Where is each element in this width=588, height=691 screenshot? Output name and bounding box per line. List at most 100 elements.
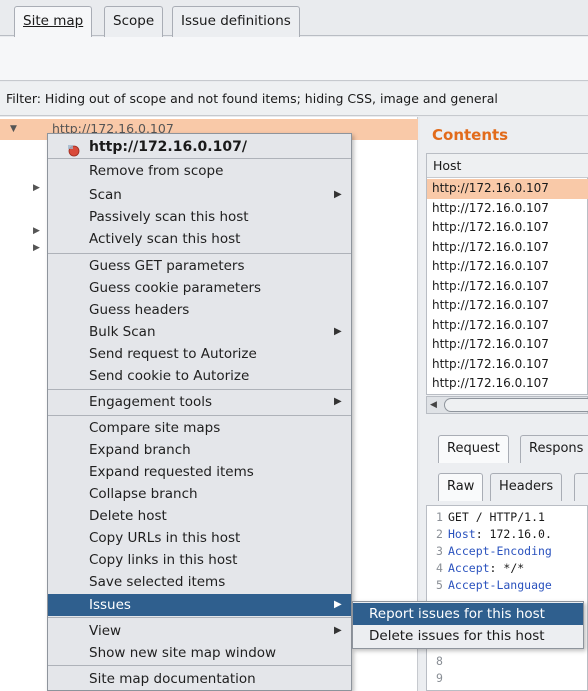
menu-item-send-cookie-to-autorize[interactable]: Send cookie to Autorize — [48, 365, 351, 387]
contents-title: Contents — [432, 126, 509, 144]
table-row[interactable]: http://172.16.0.107 — [427, 296, 588, 316]
menu-item-actively-scan[interactable]: Actively scan this host — [48, 228, 351, 250]
header-key: Accept — [448, 561, 490, 575]
menu-item-report-issues[interactable]: Report issues for this host — [353, 603, 583, 625]
menu-item-label: Delete issues for this host — [369, 628, 545, 644]
table-row[interactable]: http://172.16.0.107 — [427, 179, 588, 199]
line-number: 5 — [436, 578, 443, 592]
menu-item-label: Guess cookie parameters — [89, 280, 262, 296]
tab-raw-label: Raw — [447, 479, 475, 494]
table-row[interactable]: http://172.16.0.107 — [427, 238, 588, 258]
tab-headers[interactable]: Headers — [490, 473, 563, 501]
menu-item-passively-scan[interactable]: Passively scan this host — [48, 206, 351, 228]
menu-item-label: Send cookie to Autorize — [89, 368, 250, 384]
menu-separator — [48, 158, 351, 159]
table-row[interactable]: http://172.16.0.107 — [427, 257, 588, 277]
tab-issue-definitions-label: Issue definitions — [181, 13, 291, 29]
menu-item-label: View — [89, 623, 122, 639]
menu-item-send-request-to-autorize[interactable]: Send request to Autorize — [48, 343, 351, 365]
toolbar-strip — [0, 37, 588, 81]
tab-next[interactable] — [574, 473, 588, 501]
table-row[interactable]: http://172.16.0.107 — [427, 355, 588, 375]
collapsed-triangle-icon[interactable]: ▶ — [33, 243, 40, 253]
menu-item-label: Issues — [89, 597, 131, 613]
menu-item-save-selected-items[interactable]: Save selected items — [48, 571, 351, 593]
menu-item-label: Guess GET parameters — [89, 258, 245, 274]
table-row[interactable]: http://172.16.0.107 — [427, 218, 588, 238]
menu-separator — [48, 617, 351, 618]
menu-item-label: Send request to Autorize — [89, 346, 257, 362]
menu-item-copy-urls[interactable]: Copy URLs in this host — [48, 527, 351, 549]
menu-item-site-map-documentation[interactable]: Site map documentation — [48, 668, 351, 690]
menu-item-issues[interactable]: Issues ▶ — [48, 594, 351, 616]
line-number: 4 — [436, 561, 443, 575]
header-value: GET / HTTP/1.1 — [448, 510, 545, 524]
menu-item-label: Collapse branch — [89, 486, 198, 502]
menu-item-view[interactable]: View ▶ — [48, 620, 351, 642]
menu-item-show-new-site-map-window[interactable]: Show new site map window — [48, 642, 351, 664]
editor-line: 4 Accept: */* — [436, 561, 524, 576]
editor-line: 5 Accept-Language — [436, 578, 552, 593]
menu-item-collapse-branch[interactable]: Collapse branch — [48, 483, 351, 505]
menu-item-label: Copy links in this host — [89, 552, 238, 568]
table-row[interactable]: http://172.16.0.107 — [427, 374, 588, 394]
tab-site-map-label: Site map — [23, 13, 84, 29]
menu-separator — [48, 389, 351, 390]
menu-item-guess-headers[interactable]: Guess headers — [48, 299, 351, 321]
editor-line: 1 GET / HTTP/1.1 — [436, 510, 545, 525]
submenu-arrow-icon: ▶ — [334, 625, 342, 636]
menu-item-bulk-scan[interactable]: Bulk Scan ▶ — [48, 321, 351, 343]
header-value: : 172.16.0. — [475, 527, 552, 541]
table-row[interactable]: http://172.16.0.107 — [427, 199, 588, 219]
menu-item-label: Show new site map window — [89, 645, 277, 661]
menu-item-label: Delete host — [89, 508, 167, 524]
tab-issue-definitions[interactable]: Issue definitions — [172, 6, 300, 37]
menu-item-compare-site-maps[interactable]: Compare site maps — [48, 417, 351, 439]
submenu-arrow-icon: ▶ — [334, 189, 342, 200]
header-value: : */* — [489, 561, 525, 575]
submenu-arrow-icon: ▶ — [334, 599, 342, 610]
tab-scope-label: Scope — [113, 13, 155, 29]
filter-bar[interactable]: Filter: Hiding out of scope and not foun… — [0, 82, 588, 116]
menu-item-label: Scan — [89, 187, 122, 203]
menu-item-guess-cookie-parameters[interactable]: Guess cookie parameters — [48, 277, 351, 299]
table-row[interactable]: http://172.16.0.107 — [427, 277, 588, 297]
menu-header-url: http://172.16.0.107/ — [89, 139, 247, 155]
menu-separator — [48, 415, 351, 416]
menu-item-label: Bulk Scan — [89, 324, 156, 340]
header-key: Accept-Language — [448, 578, 552, 592]
submenu-arrow-icon: ▶ — [334, 396, 342, 407]
scrollbar-thumb[interactable] — [444, 398, 588, 412]
menu-item-guess-get-parameters[interactable]: Guess GET parameters — [48, 255, 351, 277]
menu-item-copy-links[interactable]: Copy links in this host — [48, 549, 351, 571]
menu-item-label: Save selected items — [89, 574, 226, 590]
table-row[interactable]: http://172.16.0.107 — [427, 335, 588, 355]
menu-item-delete-issues[interactable]: Delete issues for this host — [353, 625, 583, 647]
menu-separator — [48, 253, 351, 254]
menu-item-expand-requested-items[interactable]: Expand requested items — [48, 461, 351, 483]
collapsed-triangle-icon[interactable]: ▶ — [33, 226, 40, 236]
tab-response[interactable]: Respons — [520, 435, 588, 463]
column-header-host[interactable]: Host — [427, 154, 588, 178]
menu-item-remove-from-scope[interactable]: Remove from scope — [48, 160, 351, 182]
menu-item-scan[interactable]: Scan ▶ — [48, 184, 351, 206]
tab-raw[interactable]: Raw — [438, 473, 484, 501]
menu-item-label: Copy URLs in this host — [89, 530, 241, 546]
tab-request[interactable]: Request — [438, 435, 509, 463]
menu-item-engagement-tools[interactable]: Engagement tools ▶ — [48, 391, 351, 413]
menu-item-label: Passively scan this host — [89, 209, 249, 225]
editor-line: 2 Host: 172.16.0. — [436, 527, 552, 542]
menu-item-delete-host[interactable]: Delete host — [48, 505, 351, 527]
tab-request-label: Request — [447, 441, 500, 456]
tab-headers-label: Headers — [499, 479, 554, 494]
menu-item-label: Remove from scope — [89, 163, 224, 179]
line-number: 3 — [436, 544, 443, 558]
expand-triangle-icon[interactable]: ▼ — [10, 124, 17, 134]
line-number: 8 — [436, 654, 443, 668]
tab-site-map[interactable]: Site map — [14, 6, 93, 38]
tab-scope[interactable]: Scope — [104, 6, 164, 37]
table-row[interactable]: http://172.16.0.107 — [427, 316, 588, 336]
menu-item-expand-branch[interactable]: Expand branch — [48, 439, 351, 461]
scroll-left-icon[interactable]: ◀ — [430, 400, 437, 410]
collapsed-triangle-icon[interactable]: ▶ — [33, 183, 40, 193]
